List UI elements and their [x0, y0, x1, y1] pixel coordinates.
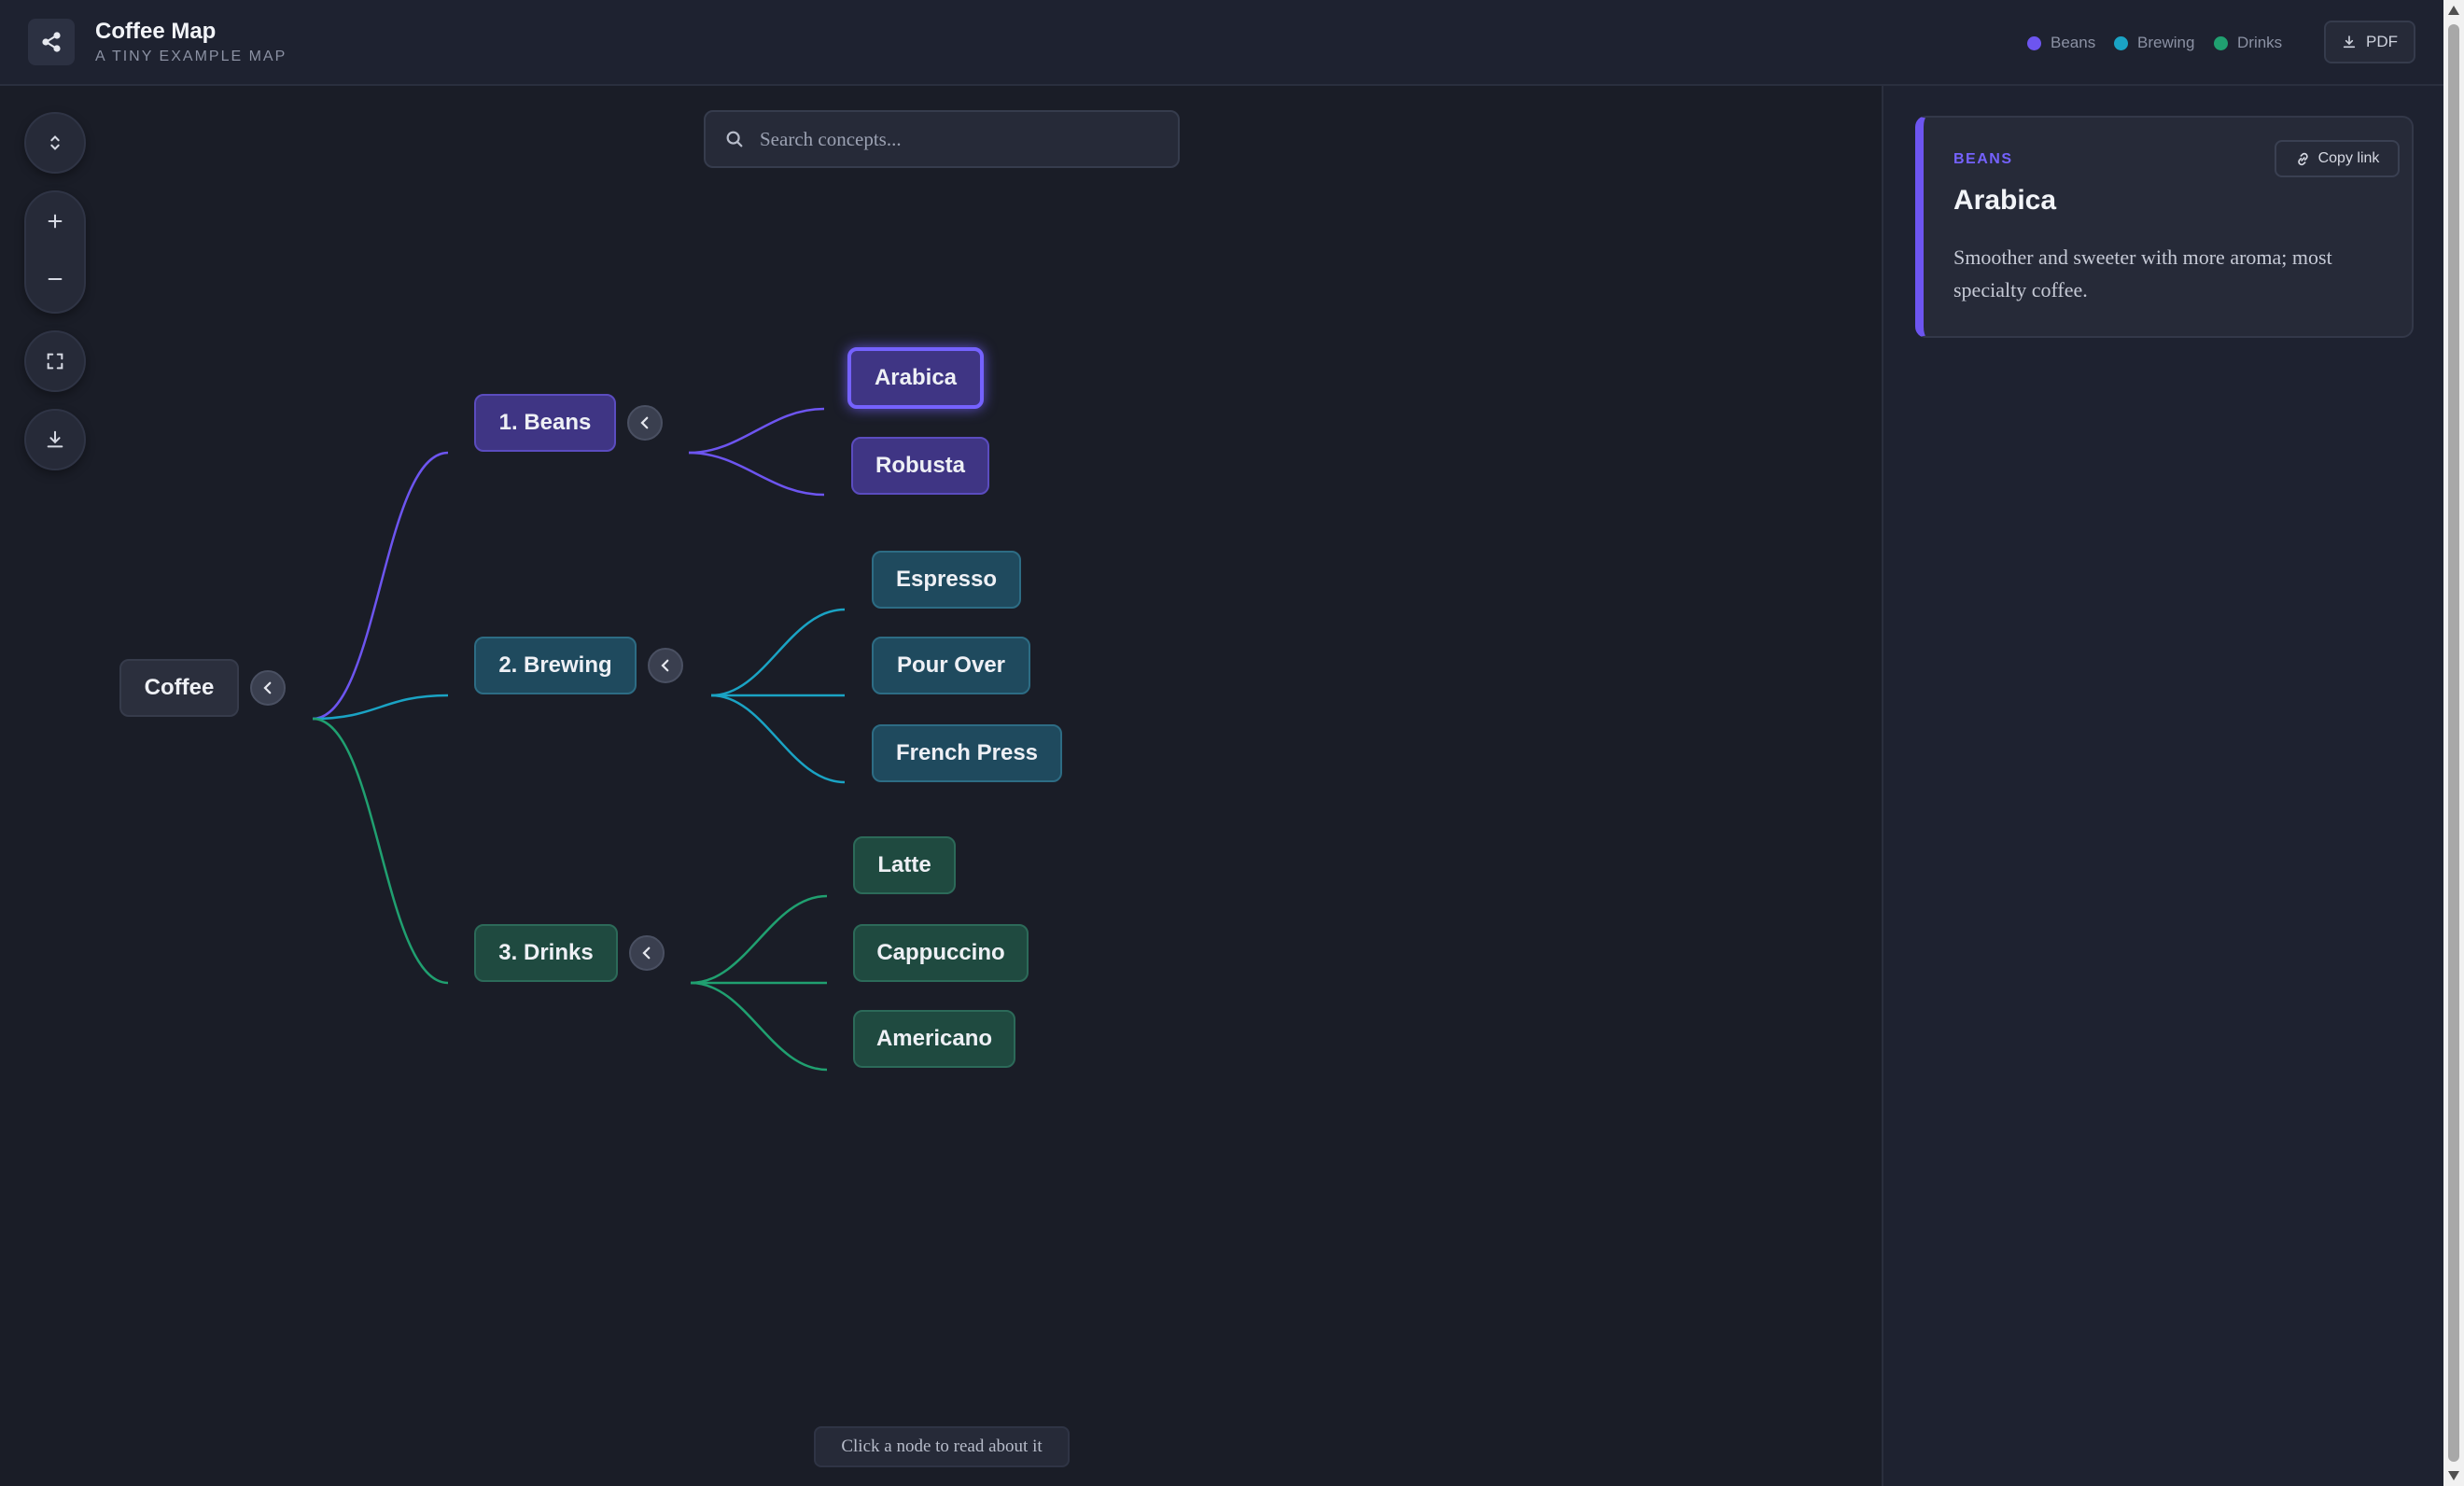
node-branch-beans[interactable]: 1. Beans	[474, 394, 616, 452]
connector-drinks-americano	[690, 981, 828, 1072]
copy-link-button[interactable]: Copy link	[2275, 140, 2400, 177]
link-icon	[2297, 152, 2308, 165]
legend-dot-beans	[2027, 35, 2041, 50]
node-leaf-cappuccino[interactable]: Cappuccino	[853, 924, 1029, 982]
scroll-up-icon[interactable]	[2448, 6, 2459, 15]
node-branch-brewing[interactable]: 2. Brewing	[474, 637, 637, 694]
pdf-label: PDF	[2366, 33, 2398, 50]
canvas-hint: Click a node to read about it	[814, 1426, 1070, 1467]
legend-item-beans: Beans	[2027, 34, 2095, 52]
node-leaf-robusta[interactable]: Robusta	[851, 437, 989, 495]
node-leaf-americano[interactable]: Americano	[853, 1010, 1015, 1068]
chevron-left-icon	[642, 946, 651, 960]
page-scrollbar[interactable]	[2443, 0, 2464, 1486]
node-leaf-espresso[interactable]: Espresso	[872, 551, 1021, 609]
node-leaf-pour-over[interactable]: Pour Over	[872, 637, 1030, 694]
legend-item-drinks: Drinks	[2214, 34, 2282, 52]
connector-root-brewing	[312, 694, 449, 721]
node-leaf-arabica[interactable]: Arabica	[847, 347, 984, 409]
legend-item-brewing: Brewing	[2114, 34, 2194, 52]
connector-root-drinks	[312, 717, 449, 985]
connector-drinks-latte	[690, 894, 828, 985]
collapse-toggle-root[interactable]	[250, 670, 286, 706]
details-category: BEANS	[1953, 151, 2013, 167]
connector-brewing-frenchpress	[710, 694, 846, 784]
connector-beans-robusta	[688, 451, 825, 497]
details-panel: BEANS Arabica Smoother and sweeter with …	[1882, 86, 2443, 1486]
node-branch-drinks[interactable]: 3. Drinks	[474, 924, 618, 982]
connector-brewing-espresso	[710, 608, 846, 697]
chevron-left-icon	[661, 659, 669, 672]
details-description: Smoother and sweeter with more aroma; mo…	[1953, 245, 2332, 301]
copy-link-label: Copy link	[2317, 150, 2380, 166]
legend-dot-drinks	[2214, 35, 2228, 50]
legend-label-drinks: Drinks	[2237, 34, 2283, 51]
scroll-down-icon[interactable]	[2448, 1471, 2459, 1480]
legend-label-beans: Beans	[2051, 34, 2096, 51]
details-title: Arabica	[1953, 185, 2057, 216]
node-root[interactable]: Coffee	[119, 659, 239, 717]
legend-label-brewing: Brewing	[2137, 34, 2195, 51]
collapse-toggle-brewing[interactable]	[648, 648, 683, 683]
scrollbar-thumb[interactable]	[2448, 24, 2459, 1462]
connector-root-beans	[312, 451, 449, 721]
collapse-toggle-beans[interactable]	[627, 405, 663, 441]
chevron-left-icon	[640, 416, 649, 429]
node-leaf-french-press[interactable]: French Press	[872, 724, 1062, 782]
chevron-left-icon	[263, 681, 272, 694]
export-pdf-button[interactable]: PDF	[2324, 21, 2415, 63]
legend-dot-brewing	[2114, 35, 2128, 50]
download-icon	[2343, 35, 2356, 49]
connector-beans-arabica	[688, 407, 825, 455]
node-leaf-latte[interactable]: Latte	[853, 836, 956, 894]
details-card: BEANS Arabica Smoother and sweeter with …	[1915, 116, 2414, 338]
collapse-toggle-drinks[interactable]	[629, 935, 665, 971]
